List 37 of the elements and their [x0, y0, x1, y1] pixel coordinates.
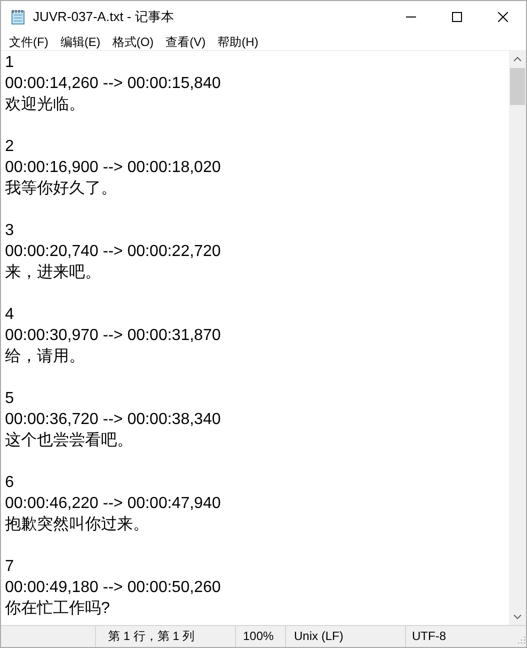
subtitle-timing: 00:00:16,900 --> 00:00:18,020 [5, 158, 221, 178]
vertical-scrollbar[interactable] [509, 51, 526, 625]
menu-item[interactable]: 格式(O) [106, 32, 160, 50]
subtitle-text: 给，请用。 [5, 346, 85, 367]
menu-item[interactable]: 帮助(H) [212, 32, 264, 50]
subtitle-timing: 00:00:36,720 --> 00:00:38,340 [5, 410, 221, 430]
subtitle-timing: 00:00:20,740 --> 00:00:22,720 [5, 242, 221, 262]
close-icon [498, 12, 508, 22]
zoom-level: 100% [243, 629, 274, 643]
subtitle-number: 6 [5, 473, 14, 493]
cursor-position: 第 1 行，第 1 列 [108, 629, 195, 643]
subtitle-number: 5 [5, 389, 14, 409]
notepad-icon [10, 9, 26, 25]
maximize-icon [452, 12, 462, 22]
menu-item[interactable]: 查看(V) [160, 32, 212, 50]
encoding: UTF-8 [412, 628, 446, 645]
subtitle-number: 2 [5, 137, 14, 157]
line-ending: Unix (LF) [294, 629, 344, 643]
subtitle-number: 1 [5, 53, 14, 73]
subtitle-text: 你在忙工作吗? [5, 599, 110, 619]
scrollbar-thumb[interactable] [510, 68, 525, 105]
subtitle-text: 这个也尝尝看吧。 [5, 430, 133, 451]
menu-item[interactable]: 编辑(E) [54, 32, 106, 50]
subtitle-timing: 00:00:14,260 --> 00:00:15,840 [5, 74, 221, 94]
window-title: JUVR-037-A.txt - 记事本 [33, 8, 174, 26]
subtitle-timing: 00:00:46,220 --> 00:00:47,940 [5, 494, 221, 514]
subtitle-text: 来，进来吧。 [5, 262, 101, 283]
subtitle-number: 3 [5, 221, 14, 241]
menu-item[interactable]: 文件(F) [3, 32, 54, 50]
subtitle-timing: 00:00:49,180 --> 00:00:50,260 [5, 578, 221, 598]
subtitle-text: 抱歉突然叫你过来。 [5, 514, 149, 535]
subtitle-text: 欢迎光临。 [5, 94, 85, 115]
subtitle-text: 我等你好久了。 [5, 178, 117, 199]
subtitle-number: 4 [5, 305, 14, 325]
subtitle-number: 7 [5, 557, 14, 577]
subtitle-timing: 00:00:30,970 --> 00:00:31,870 [5, 326, 221, 346]
resize-grip-icon[interactable] [516, 635, 526, 645]
